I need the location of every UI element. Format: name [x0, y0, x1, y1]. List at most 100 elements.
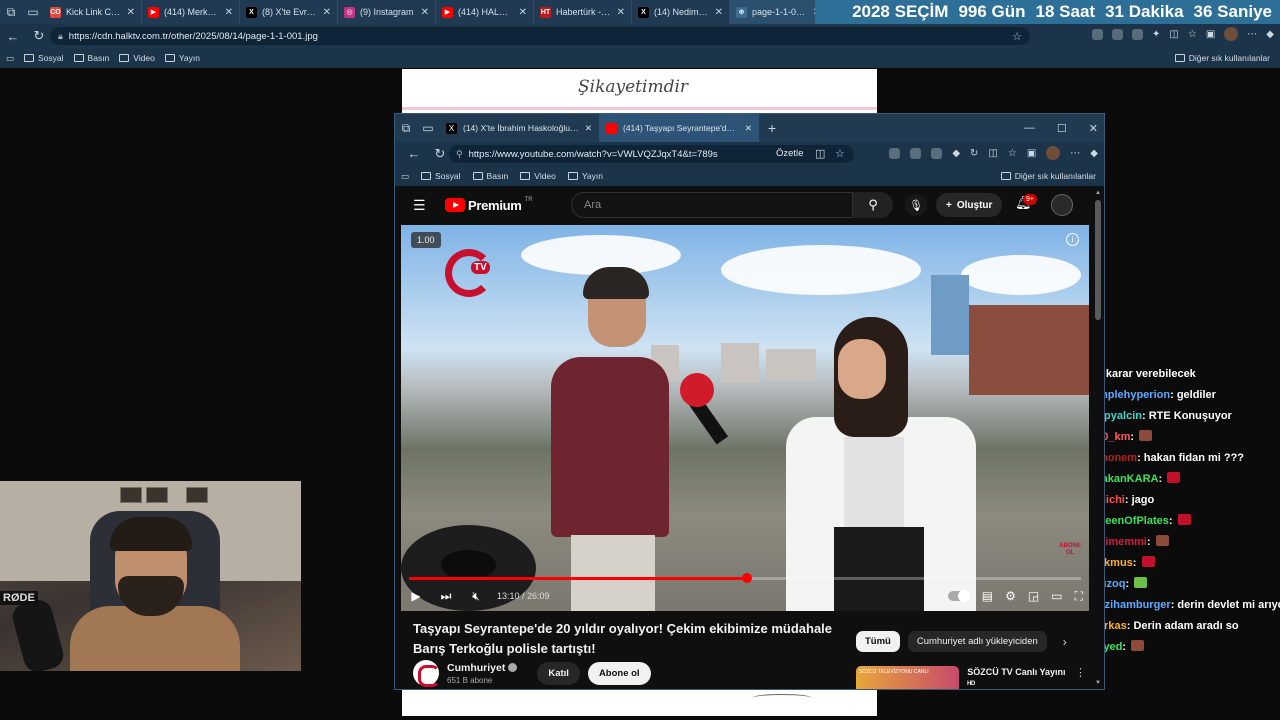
bookmark-basin[interactable]: Basın — [73, 53, 109, 63]
puzzle-icon[interactable]: ✦ — [1152, 29, 1160, 40]
summarize-button[interactable]: Özetle — [776, 148, 803, 159]
favorite-star-icon[interactable]: ☆ — [835, 147, 845, 160]
minimize-icon[interactable]: — — [1024, 122, 1035, 134]
outer-tab[interactable]: ▶ (414) HALK TV Canlı ✕ — [436, 0, 534, 24]
chevron-right-icon[interactable]: › — [1063, 635, 1067, 649]
bookmark-yayin[interactable]: Yayın — [164, 53, 200, 63]
collections-icon[interactable]: ▣ — [1206, 29, 1215, 40]
extension-icon[interactable] — [931, 147, 943, 159]
outer-tab[interactable]: X (8) X'te Evrensel ✕ — [240, 0, 338, 24]
next-icon[interactable]: ⏭ — [431, 589, 461, 604]
close-tab-icon[interactable]: ✕ — [519, 7, 527, 18]
recommended-title[interactable]: SÖZCÜ TV Canlı Yayını ᴴᴰ — [967, 666, 1067, 689]
profile-avatar[interactable] — [1046, 146, 1061, 160]
favorite-star-icon[interactable]: ☆ — [1012, 30, 1022, 43]
close-tab-icon[interactable]: ✕ — [617, 7, 625, 18]
profile-avatar[interactable] — [1224, 27, 1239, 41]
workspaces-icon[interactable]: ⧉ — [0, 0, 22, 24]
outer-tab[interactable]: ⊕page-1-1-001.jpg✕ — [730, 0, 828, 24]
fullscreen-icon[interactable]: ⛶ — [1075, 589, 1083, 604]
split-screen-icon[interactable]: ◫ — [1169, 29, 1178, 40]
collections-icon[interactable]: ▣ — [1027, 148, 1036, 159]
other-bookmarks[interactable]: Diğer sık kullanılanlar — [1000, 171, 1096, 181]
refresh-ext-icon[interactable]: ↻ — [970, 148, 978, 159]
mute-icon[interactable]: 🔇︎ — [461, 589, 491, 604]
scroll-thumb[interactable] — [1095, 200, 1101, 320]
shield-icon[interactable]: ◆ — [952, 148, 960, 159]
other-bookmarks[interactable]: Diğer sık kullanılanlar — [1174, 53, 1270, 63]
close-window-icon[interactable]: ✕ — [1089, 122, 1098, 135]
channel-avatar[interactable] — [413, 660, 440, 687]
autoplay-toggle[interactable] — [947, 590, 970, 602]
more-icon[interactable]: ⋯ — [1247, 29, 1257, 40]
search-icon[interactable]: ⚲ — [853, 192, 893, 218]
settings-gear-icon[interactable]: ⚙ — [1005, 589, 1016, 603]
refresh-icon[interactable]: ↻ — [26, 28, 52, 44]
close-tab-icon[interactable]: ✕ — [421, 7, 429, 18]
scroll-down-icon[interactable]: ▼ — [1094, 680, 1102, 686]
favorites-icon[interactable]: ☆ — [1188, 29, 1197, 40]
theater-mode-icon[interactable]: ▭ — [1051, 589, 1062, 603]
bookmark-yayin[interactable]: Yayın — [567, 171, 603, 181]
bookmark-sosyal[interactable]: Sosyal — [421, 171, 461, 181]
copilot-icon[interactable]: ◆ — [1266, 29, 1274, 40]
close-tab-icon[interactable]: ✕ — [715, 7, 723, 18]
subscribe-button[interactable]: Abone ol — [587, 661, 651, 685]
bookmark-basin[interactable]: Basın — [472, 171, 508, 181]
outer-url-field[interactable]: 🔒︎ https://cdn.halktv.com.tr/other/2025/… — [50, 27, 1030, 45]
extension-icon[interactable] — [889, 147, 901, 159]
outer-tab[interactable]: HT Habertürk - Gündem ✕ — [534, 0, 632, 24]
close-tab-icon[interactable]: ✕ — [225, 7, 233, 18]
close-tab-icon[interactable]: ✕ — [745, 123, 752, 134]
back-icon[interactable]: ← — [0, 29, 26, 44]
video-player[interactable]: TV 1.00 i ABONE OL ▶ ⏭ 🔇︎ 13:10 / 26:09 … — [401, 225, 1089, 611]
bookmark-video[interactable]: Video — [119, 53, 155, 63]
recommended-video[interactable]: SÖZCÜ TELEVİZYONU CANLI SÖZCÜ TV Canlı Y… — [856, 666, 1086, 689]
bookmark-bar-icon[interactable]: ▭ — [6, 53, 14, 64]
split-screen-icon[interactable]: ◫ — [815, 147, 825, 160]
outer-tab[interactable]: X (14) Nedim Şener ✕ — [632, 0, 730, 24]
youtube-search-input[interactable]: Ara — [571, 192, 853, 218]
bookmark-bar-icon[interactable]: ▭ — [401, 171, 409, 182]
copilot-icon[interactable]: ◆ — [1090, 148, 1098, 159]
close-tab-icon[interactable]: ✕ — [127, 7, 135, 18]
subtitles-icon[interactable]: ▤ — [982, 589, 993, 603]
outer-tab[interactable]: ◎ (9) Instagram ✕ — [338, 0, 436, 24]
create-button[interactable]: + Oluştur — [936, 193, 1003, 217]
extension-icon[interactable] — [1092, 28, 1104, 40]
voice-search-mic-icon[interactable]: 🎙︎ — [905, 194, 927, 216]
scrubber-handle[interactable] — [742, 573, 753, 583]
maximize-icon[interactable]: ☐ — [1057, 122, 1067, 135]
outer-tab[interactable]: ▶ (414) Merkez Bankası ✕ — [142, 0, 240, 24]
play-icon[interactable]: ▶ — [401, 589, 431, 603]
extension-icon[interactable] — [1132, 28, 1144, 40]
join-button[interactable]: Katıl — [537, 661, 580, 685]
split-icon[interactable]: ◫ — [988, 148, 997, 159]
extension-icon[interactable] — [910, 147, 922, 159]
workspaces-icon[interactable]: ⧉ — [395, 116, 417, 140]
scroll-up-icon[interactable]: ▲ — [1094, 190, 1102, 196]
favorites-icon[interactable]: ☆ — [1008, 148, 1017, 159]
inner-tab-youtube[interactable]: (414) Taşyapı Seyrantepe'de 20 yıl... ✕ — [599, 114, 759, 142]
bookmark-video[interactable]: Video — [520, 171, 556, 181]
progress-bar[interactable] — [409, 573, 1081, 583]
extension-icon[interactable] — [1112, 28, 1124, 40]
outer-tab[interactable]: CO Kick Link Crawler ✕ — [44, 0, 142, 24]
info-icon[interactable]: i — [1066, 233, 1079, 246]
recommended-thumbnail[interactable]: SÖZCÜ TELEVİZYONU CANLI — [856, 666, 960, 689]
tab-actions-icon[interactable]: ▭ — [417, 116, 439, 140]
chip-all[interactable]: Tümü — [856, 631, 900, 652]
back-icon[interactable]: ← — [401, 146, 427, 162]
youtube-premium-logo[interactable]: Premium TR — [445, 197, 533, 213]
bookmark-sosyal[interactable]: Sosyal — [24, 53, 64, 63]
more-options-icon[interactable]: ⋮ — [1075, 666, 1086, 689]
hamburger-menu-icon[interactable]: ☰ — [413, 197, 431, 214]
chip-uploader[interactable]: Cumhuriyet adlı yükleyiciden — [907, 631, 1047, 652]
miniplayer-icon[interactable]: ◲ — [1028, 589, 1039, 603]
close-tab-icon[interactable]: ✕ — [585, 123, 592, 134]
more-icon[interactable]: ⋯ — [1070, 148, 1080, 159]
new-tab-icon[interactable]: + — [759, 120, 785, 136]
channel-name[interactable]: Cumhuriyet — [447, 662, 518, 674]
tab-actions-icon[interactable]: ▭ — [22, 0, 44, 24]
inner-tab-x[interactable]: X (14) X'te İbrahim Haskoloğlu: "Öz... ✕ — [439, 114, 599, 142]
